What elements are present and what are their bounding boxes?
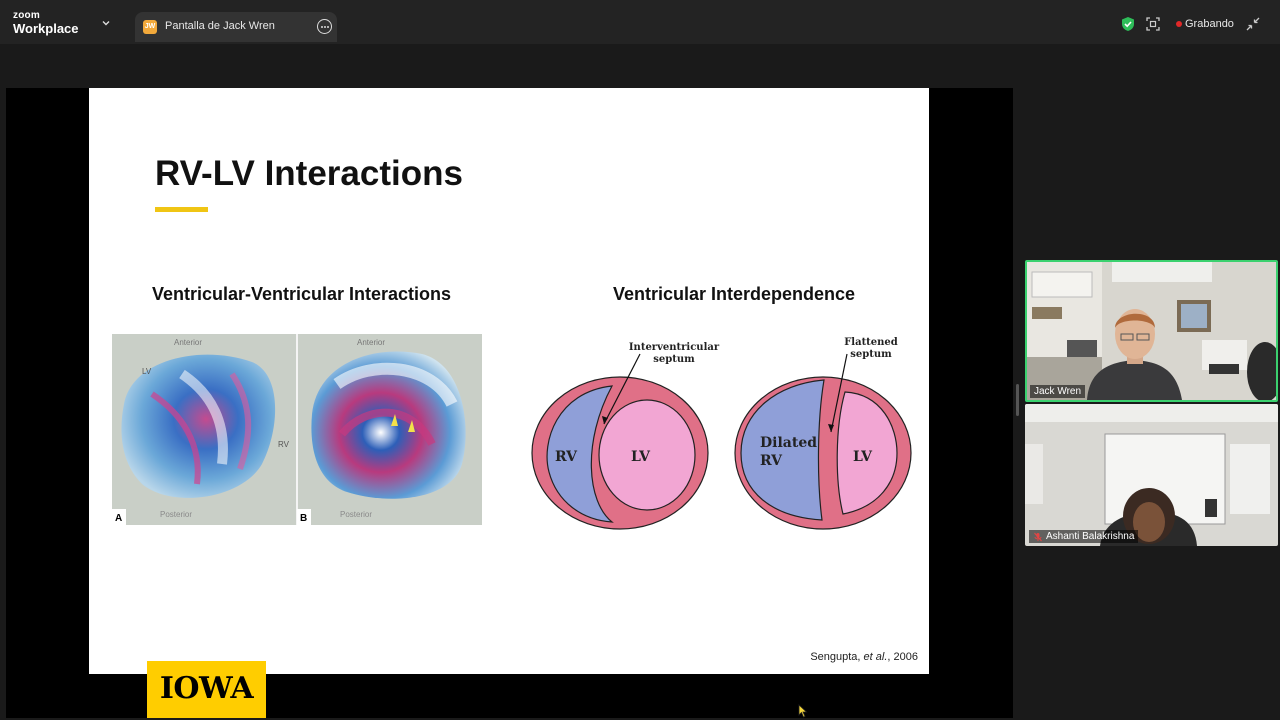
shield-check-icon[interactable] <box>1120 16 1136 32</box>
participant-tile[interactable]: Ashanti Balakrishna <box>1025 404 1278 546</box>
citation-prefix: Sengupta, <box>810 651 864 663</box>
right-heading: Ventricular Interdependence <box>612 284 856 304</box>
dilated-label-line2: RV <box>760 453 783 469</box>
normal-heart: RV LV Interventricular septum <box>531 342 720 530</box>
presenter-initials-badge: JW <box>143 20 157 34</box>
lv-label-2: LV <box>853 449 873 465</box>
top-bar: zoom Workplace JW Pantalla de Jack Wren … <box>0 0 1280 44</box>
share-tab-label: Pantalla de Jack Wren <box>165 20 275 32</box>
iowa-logo-text: IOWA <box>159 671 254 706</box>
chevron-down-icon[interactable] <box>100 17 112 29</box>
zoom-workplace-logo[interactable]: zoom Workplace <box>13 10 79 36</box>
panel-resize-handle[interactable] <box>1016 384 1019 416</box>
participant-video <box>1027 262 1276 400</box>
dilated-rv-heart: Dilated RV LV Flattened septum <box>734 337 912 530</box>
panel-b-letter: B <box>300 513 307 524</box>
share-tab[interactable]: JW Pantalla de Jack Wren <box>135 12 337 42</box>
citation-italic: et al. <box>863 651 888 663</box>
citation-suffix: , 2006 <box>887 651 918 663</box>
slide-title: RV-LV Interactions <box>155 154 463 193</box>
panel-b-bottom-text: Posterior <box>340 510 372 519</box>
participant-name: Ashanti Balakrishna <box>1046 531 1135 542</box>
panel-b-top-text: Anterior <box>357 338 385 347</box>
recording-dot <box>1176 21 1182 27</box>
flow-visualization-figure: Anterior Anterior LV RV Posterior Poster… <box>112 334 482 525</box>
panel-a-top-text: Anterior <box>174 338 202 347</box>
participant-tile-active[interactable]: Jack Wren <box>1025 260 1278 402</box>
mouse-cursor-icon <box>798 704 808 718</box>
panel-a-bottom-text: Posterior <box>160 510 192 519</box>
septum-label-line2: septum <box>653 354 695 365</box>
dilated-label-line1: Dilated <box>760 435 817 451</box>
view-frame-icon[interactable] <box>1145 16 1161 32</box>
microphone-muted-icon <box>1034 532 1042 541</box>
presentation-slide: RV-LV Interactions Ventricular-Ventricul… <box>89 88 929 674</box>
more-options-icon[interactable] <box>317 19 332 34</box>
participant-video <box>1025 404 1278 546</box>
flattened-label-line1: Flattened <box>844 337 898 348</box>
flattened-label-line2: septum <box>850 349 892 360</box>
participant-name-label: Ashanti Balakrishna <box>1029 530 1139 543</box>
collapse-icon[interactable] <box>1245 16 1261 32</box>
ventricular-diagram: RV LV Interventricular septum Dilated RV… <box>531 337 912 530</box>
zoom-window: zoom Workplace JW Pantalla de Jack Wren … <box>0 0 1280 720</box>
panel-a-rv-label: RV <box>278 440 290 449</box>
panel-a-lv-label: LV <box>142 367 152 376</box>
title-underline <box>155 207 208 212</box>
rv-label: RV <box>555 449 578 465</box>
septum-label-line1: Interventricular <box>629 342 720 353</box>
brand-line2: Workplace <box>13 21 79 36</box>
lv-label: LV <box>631 449 651 465</box>
panel-a-letter: A <box>115 513 122 524</box>
recording-label: Grabando <box>1185 18 1234 30</box>
brand-line1: zoom <box>13 10 40 21</box>
iowa-logo: IOWA <box>147 661 266 718</box>
left-heading: Ventricular-Ventricular Interactions <box>151 284 452 304</box>
participant-name: Jack Wren <box>1030 385 1086 398</box>
citation: Sengupta, et al., 2006 <box>810 651 918 663</box>
